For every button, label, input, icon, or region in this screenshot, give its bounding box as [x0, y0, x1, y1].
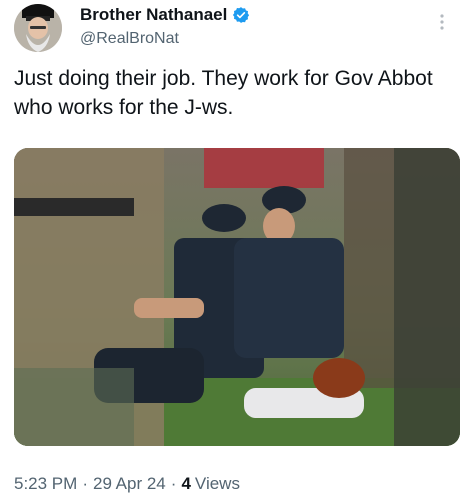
separator-dot: ·	[170, 474, 177, 493]
tweet-header: Brother Nathanael @RealBroNat	[14, 3, 458, 55]
more-options-icon[interactable]	[432, 13, 452, 33]
views-label: Views	[194, 474, 240, 493]
verified-badge-icon	[232, 6, 250, 24]
separator-dot: ·	[82, 474, 88, 493]
views-count: 4	[181, 474, 191, 493]
tweet-timestamp: 5:23 PM · 29 Apr 24 · 4 Views	[14, 474, 240, 494]
author-display-name[interactable]: Brother Nathanael	[80, 5, 227, 25]
avatar[interactable]	[14, 4, 62, 52]
tweet-text: Just doing their job. They work for Gov …	[14, 67, 433, 119]
tweet-date[interactable]: 29 Apr 24	[93, 474, 166, 494]
author-handle[interactable]: @RealBroNat	[80, 30, 179, 48]
tweet-photo[interactable]	[14, 148, 460, 446]
author-name-row: Brother Nathanael	[80, 5, 250, 25]
tweet-time[interactable]: 5:23 PM	[14, 474, 77, 494]
